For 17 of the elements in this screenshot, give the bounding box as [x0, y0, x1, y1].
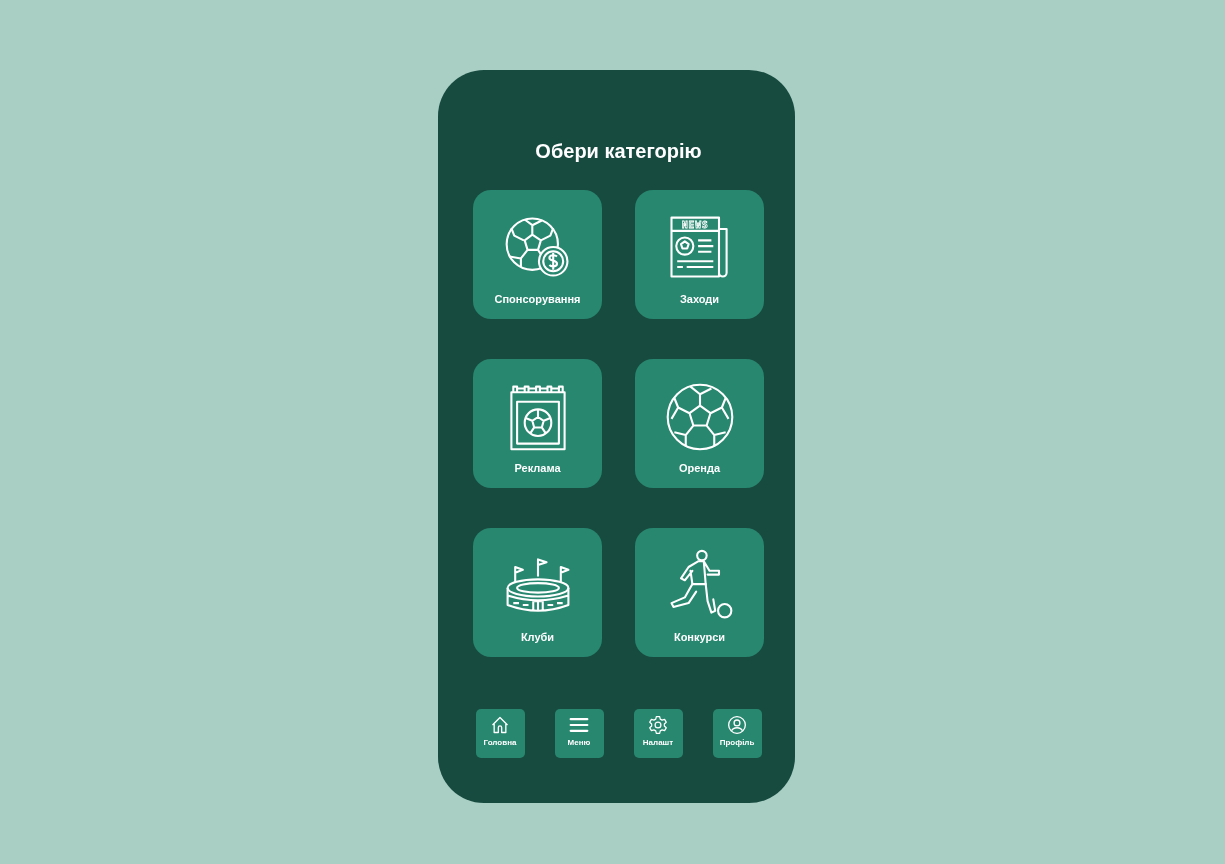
settings-icon	[648, 715, 668, 735]
nav-button[interactable]: Профіль	[712, 709, 762, 758]
screen-title: Обери категорію	[535, 139, 702, 164]
newspaper-icon	[669, 216, 728, 278]
nav-button[interactable]: Головна	[475, 709, 525, 758]
home-icon	[490, 715, 510, 735]
menu-icon	[569, 715, 589, 735]
profile-icon	[727, 715, 747, 735]
category-tile[interactable]: Клуби	[473, 528, 602, 657]
nav-button[interactable]: Меню	[554, 709, 604, 758]
category-tile[interactable]: Оренда	[635, 359, 764, 488]
category-tile[interactable]: Спонсорування	[473, 190, 602, 319]
nav-button[interactable]: Налашт	[633, 709, 683, 758]
category-tile[interactable]: Конкурси	[635, 528, 764, 657]
category-tile[interactable]: Реклама	[473, 359, 602, 488]
category-tile[interactable]: NEWS Заходи	[635, 190, 764, 319]
newspaper-heading: NEWS	[681, 219, 709, 231]
